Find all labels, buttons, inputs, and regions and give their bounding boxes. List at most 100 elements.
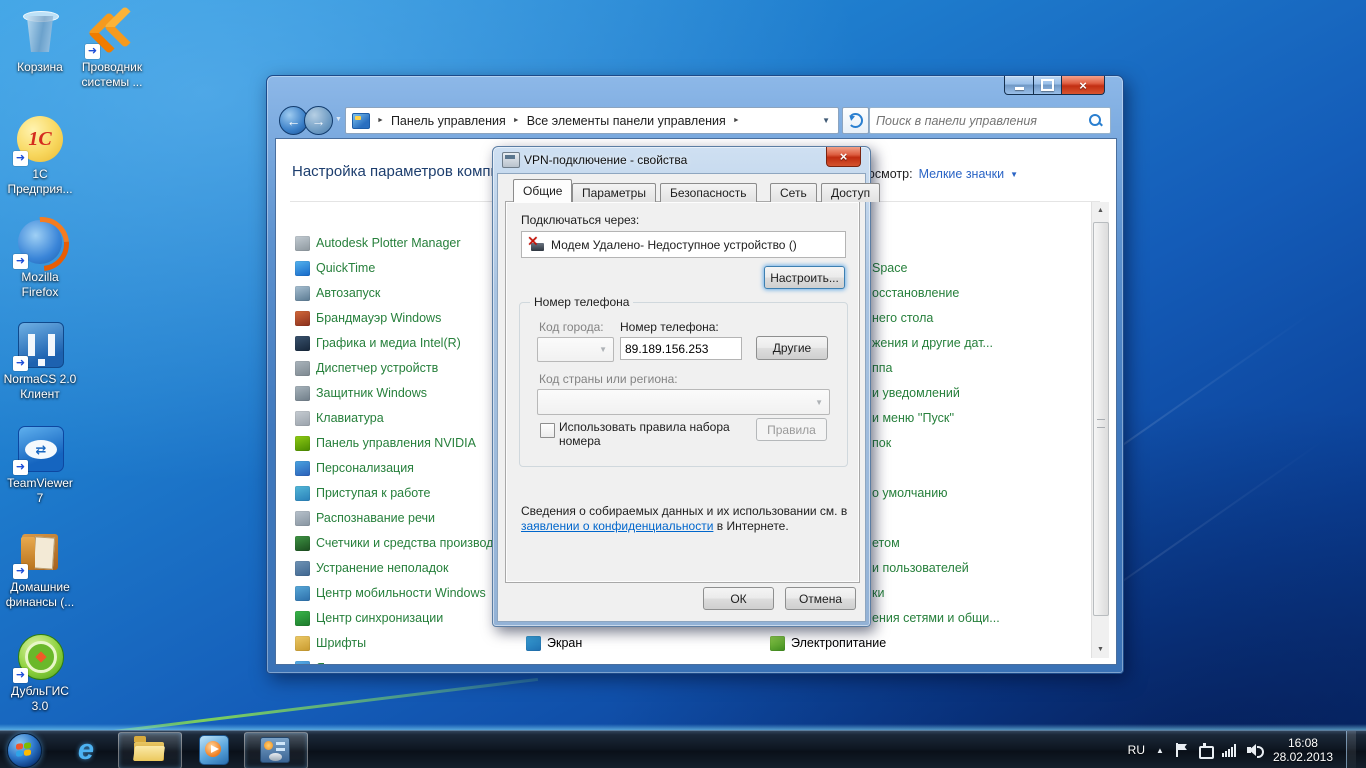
dialing-rules-checkbox[interactable] [540,423,555,438]
close-button[interactable]: × [1061,76,1105,95]
search-input[interactable] [870,114,1088,128]
control-panel-item[interactable]: Панель управления NVIDIA [295,435,476,451]
control-panel-item[interactable]: Брандмауэр Windows [295,310,441,326]
dialog-title: VPN-подключение - свойства [524,153,687,167]
desktop-icon-teamviewer[interactable]: ⇄ ➜ TeamViewer7 [0,424,88,506]
country-code-combo[interactable]: ▼ [537,389,830,415]
taskbar-item-internet-explorer[interactable]: e [62,731,110,768]
dialog-close-button[interactable]: × [826,147,861,167]
show-hidden-icons-icon[interactable]: ▲ [1156,746,1164,755]
scroll-down-icon[interactable]: ▼ [1092,641,1109,658]
desktop-icon-dublgis[interactable]: ➜ ДубльГИС3.0 [0,632,88,714]
control-panel-item-fragment[interactable]: Space [872,260,907,276]
control-panel-item-fragment[interactable]: пок [872,435,891,451]
ok-button[interactable]: ОК [703,587,774,610]
power-options-icon [770,636,785,651]
address-bar[interactable]: ► Панель управления ► Все элементы панел… [345,107,839,134]
scrollbar[interactable]: ▲ ▼ [1091,202,1109,658]
control-panel-item-fragment[interactable]: жения и другие дат... [872,335,993,351]
control-panel-item-fragment[interactable]: и уведомлений [872,385,960,401]
refresh-button[interactable] [842,107,869,134]
cancel-button[interactable]: Отмена [785,587,856,610]
system-explorer-icon: ➜ [88,8,136,56]
chevron-down-icon[interactable]: ▼ [1010,170,1018,179]
desktop-icon-normacs[interactable]: ➜ NormaCS 2.0Клиент [0,320,88,402]
control-panel-item-label: Персонализация [316,461,414,475]
maximize-button[interactable] [1033,76,1062,95]
language-indicator[interactable]: RU [1128,743,1145,757]
taskbar-item-media-player[interactable] [186,731,242,768]
control-panel-item[interactable]: Шрифты [295,635,366,651]
control-panel-item-fragment[interactable]: ения сетями и общи... [872,610,1000,626]
forward-button[interactable]: → [304,106,333,135]
configure-button[interactable]: Настроить... [764,266,845,289]
control-panel-item[interactable]: Защитник Windows [295,385,427,401]
desktop-icon-1c[interactable]: 1С ➜ 1СПредприя... [0,115,88,197]
minimize-button[interactable] [1004,76,1034,95]
control-panel-item[interactable]: Графика и медиа Intel(R) [295,335,461,351]
dialing-rules-label[interactable]: Использовать правила набора номера [559,420,741,448]
desktop-icon-firefox[interactable]: ➜ MozillaFirefox [0,218,88,300]
control-panel-item-fragment[interactable]: ппа [872,360,893,376]
desktop-icon-system-explorer[interactable]: ➜ Проводниксистемы ... [64,8,160,90]
scroll-up-icon[interactable]: ▲ [1092,202,1109,219]
device-name: Модем Удалено- Недоступное устройство () [551,238,797,252]
show-desktop-button[interactable] [1346,731,1356,768]
control-panel-item-fragment[interactable]: него стола [872,310,933,326]
breadcrumb-control-panel[interactable]: Панель управления [391,114,506,128]
address-dropdown-icon[interactable]: ▼ [822,116,830,125]
action-center-flag-icon[interactable] [1175,743,1187,757]
control-panel-item[interactable]: Персонализация [295,460,414,476]
device-field[interactable]: ✕ Модем Удалено- Недоступное устройство … [521,231,846,258]
control-panel-app-icon-wrap[interactable] [244,731,306,768]
control-panel-item[interactable]: Устранение неполадок [295,560,448,576]
control-panel-item[interactable]: Экран [526,635,582,651]
explorer-icon-wrap[interactable] [118,731,180,768]
control-panel-item[interactable]: Центр мобильности Windows [295,585,486,601]
volume-icon[interactable] [1247,743,1262,757]
dialog-tab-5[interactable]: Доступ [821,183,880,202]
city-code-combo[interactable]: ▼ [537,337,614,362]
control-panel-item[interactable]: Автозапуск [295,285,380,301]
control-panel-item[interactable]: Autodesk Plotter Manager [295,235,461,251]
phone-number-label: Номер телефона: [620,320,719,334]
control-panel-item[interactable]: Диспетчер устройств [295,360,438,376]
start-button[interactable] [7,733,42,768]
clock[interactable]: 16:08 28.02.2013 [1273,736,1333,764]
control-panel-item-fragment[interactable]: и меню ''Пуск'' [872,410,954,426]
desktop-icon-home-finance[interactable]: ➜ Домашниефинансы (... [0,528,88,610]
search-icon[interactable] [1088,113,1104,129]
safely-remove-hardware-icon[interactable] [1198,743,1211,757]
control-panel-item[interactable]: Электропитание [770,635,886,651]
history-dropdown-icon[interactable]: ▼ [335,116,342,123]
clock-date: 28.02.2013 [1273,750,1333,764]
dialog-tab-4[interactable]: Сеть [770,183,817,202]
control-panel-item[interactable]: Приступая к работе [295,485,430,501]
others-button[interactable]: Другие [756,336,828,360]
dialog-tab-3[interactable]: Безопасность [660,183,757,202]
control-panel-item[interactable]: Центр синхронизации [295,610,443,626]
phone-number-input[interactable] [620,337,742,360]
control-panel-item[interactable]: Распознавание речи [295,510,435,526]
search-box[interactable] [869,107,1111,134]
control-panel-item-fragment[interactable]: и пользователей [872,560,969,576]
icon-label: TeamViewer [7,476,73,490]
scrollbar-thumb[interactable] [1093,222,1109,616]
breadcrumb-all-items[interactable]: Все элементы панели управления [527,114,726,128]
home-finance-icon: ➜ [16,528,64,576]
shortcut-arrow-icon: ➜ [85,44,100,59]
dialog-tab-2[interactable]: Параметры [572,183,656,202]
dialog-tab-1[interactable]: Общие [513,179,572,202]
control-panel-item-fragment[interactable]: етом [872,535,900,551]
network-signal-icon[interactable] [1222,744,1236,757]
control-panel-item[interactable]: Клавиатура [295,410,384,426]
control-panel-item-fragment[interactable]: о умолчанию [872,485,948,501]
sync-center-icon [295,611,310,626]
shortcut-arrow-icon: ➜ [13,460,28,475]
view-value-link[interactable]: Мелкие значки [919,167,1005,181]
control-panel-item-fragment[interactable]: осстановление [872,285,959,301]
privacy-statement-link[interactable]: заявлении о конфиденциальности [521,519,713,533]
control-panel-item[interactable]: QuickTime [295,260,375,276]
control-panel-item-fragment[interactable]: ки [872,585,884,601]
control-panel-item[interactable]: Язык и региональные стандарты [295,660,507,665]
